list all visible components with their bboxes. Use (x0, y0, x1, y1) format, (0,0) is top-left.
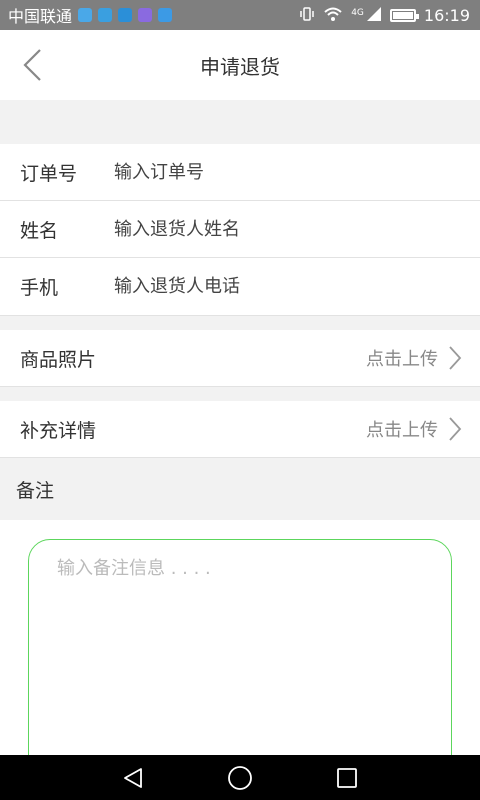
order-number-input[interactable] (114, 161, 444, 183)
network-type-label: 4G (351, 7, 364, 18)
upload-details-link[interactable]: 点击上传 (366, 416, 438, 442)
phone-row: 手机 (0, 258, 480, 315)
system-recents-button[interactable] (327, 758, 367, 798)
section-spacer (0, 387, 480, 401)
extra-details-action: 点击上传 (366, 416, 462, 442)
wifi-icon (323, 6, 343, 25)
extra-details-row[interactable]: 补充详情 点击上传 (0, 401, 480, 457)
status-bar: 中国联通 4G 16:19 (0, 0, 480, 30)
name-row: 姓名 (0, 201, 480, 257)
order-number-row: 订单号 (0, 144, 480, 200)
name-input[interactable] (114, 218, 444, 240)
upload-photos-link[interactable]: 点击上传 (366, 345, 438, 371)
carrier-name: 中国联通 (8, 7, 73, 26)
chevron-right-icon (449, 346, 462, 370)
qq-notification-icon (78, 8, 93, 22)
section-spacer (0, 316, 480, 330)
vibrate-icon (299, 6, 315, 25)
phone-input[interactable] (114, 276, 444, 297)
product-photos-row[interactable]: 商品照片 点击上传 (0, 330, 480, 386)
remark-title: 备注 (16, 479, 55, 502)
system-home-button[interactable] (220, 758, 260, 798)
chevron-right-icon (449, 417, 462, 441)
header-spacer (0, 100, 480, 144)
battery-icon (389, 8, 419, 22)
signal-icon (366, 6, 382, 25)
remark-header: 备注 (0, 458, 480, 520)
status-right: 4G 16:19 (299, 6, 470, 25)
order-number-label: 订单号 (20, 162, 78, 185)
remark-input[interactable] (57, 554, 423, 754)
remark-box (28, 539, 452, 779)
triangle-back-icon (124, 767, 143, 788)
page-title: 申请退货 (200, 54, 280, 79)
product-photos-label: 商品照片 (20, 348, 97, 371)
name-label: 姓名 (20, 219, 59, 242)
wifi-app-icon (158, 8, 173, 22)
gallery-app-icon (118, 8, 133, 22)
phone-label: 手机 (20, 277, 59, 299)
back-button[interactable] (14, 44, 50, 86)
square-recents-icon (336, 767, 357, 788)
status-time: 16:19 (423, 5, 470, 25)
extra-details-label: 补充详情 (20, 419, 97, 442)
system-back-button[interactable] (113, 758, 153, 798)
title-bar: 申请退货 (0, 30, 480, 100)
chevron-left-icon (23, 49, 41, 81)
product-photos-action: 点击上传 (366, 345, 462, 371)
message-app-icon (138, 8, 153, 22)
system-nav-bar (0, 755, 480, 800)
health-app-icon (98, 8, 113, 22)
circle-home-icon (228, 765, 252, 790)
return-request-screen: 中国联通 4G 16:19 申请退货 订单号 输入订单号 姓名 输入退货人姓名 … (0, 0, 480, 800)
status-left: 中国联通 (8, 3, 173, 27)
